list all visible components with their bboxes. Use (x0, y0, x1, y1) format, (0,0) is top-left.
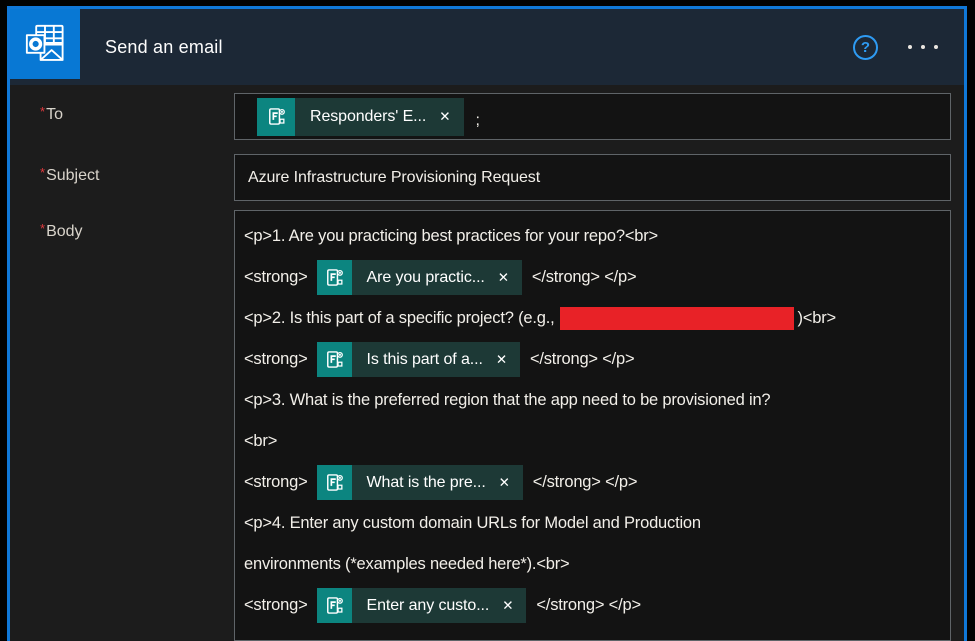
dynamic-content-token[interactable]: What is the pre... ✕ (317, 465, 523, 500)
subject-row: *Subject Azure Infrastructure Provisioni… (10, 154, 951, 201)
outlook-icon (10, 9, 80, 79)
required-marker: * (40, 221, 45, 236)
body-html-text: </strong> </p> (532, 268, 637, 287)
body-html-text: <p>2. Is this part of a specific project… (244, 309, 554, 328)
body-html-text: <p>4. Enter any custom domain URLs for M… (244, 514, 701, 533)
remove-token-icon[interactable]: ✕ (496, 352, 520, 368)
token-label: Is this part of a... (352, 351, 496, 369)
action-header[interactable]: Send an email ? (10, 9, 964, 85)
remove-token-icon[interactable]: ✕ (498, 270, 522, 286)
subject-value: Azure Infrastructure Provisioning Reques… (248, 169, 540, 187)
body-line: environments (*examples needed here*).<b… (244, 544, 942, 585)
body-html-text: <strong> (244, 268, 308, 287)
to-row: *To Responders' E... ✕ ; (10, 93, 951, 140)
body-label: *Body (10, 210, 234, 641)
body-html-text: <p>3. What is the preferred region that … (244, 391, 770, 410)
dynamic-content-token[interactable]: Are you practic... ✕ (317, 260, 522, 295)
body-html-text: )<br> (797, 309, 835, 328)
forms-icon (317, 465, 352, 500)
body-line: <strong> Enter any custo... ✕ </strong> … (244, 585, 942, 626)
help-icon[interactable]: ? (853, 35, 878, 60)
redacted-text (560, 307, 794, 330)
body-html-text: </strong> </p> (533, 473, 638, 492)
subject-label: *Subject (10, 154, 234, 201)
body-html-text: environments (*examples needed here*).<b… (244, 555, 569, 574)
recipient-separator: ; (476, 104, 480, 130)
body-line: <strong> Are you practic... ✕ </strong> … (244, 257, 942, 298)
forms-icon (317, 260, 352, 295)
body-html-text: <strong> (244, 596, 308, 615)
more-options-icon[interactable] (908, 39, 938, 55)
token-label: What is the pre... (352, 474, 499, 492)
body-html-text: <strong> (244, 350, 308, 369)
token-label: Responders' E... (295, 108, 439, 126)
body-editor[interactable]: <p>1. Are you practicing best practices … (234, 210, 951, 641)
body-html-text: <strong> (244, 473, 308, 492)
forms-icon (257, 98, 295, 136)
body-html-text: <br> (244, 432, 277, 451)
action-title: Send an email (105, 37, 223, 58)
forms-icon (317, 342, 352, 377)
required-marker: * (40, 104, 45, 119)
body-line: <p>4. Enter any custom domain URLs for M… (244, 503, 942, 544)
body-line: <p>1. Are you practicing best practices … (244, 216, 942, 257)
token-label: Are you practic... (352, 269, 498, 287)
body-line: <p>2. Is this part of a specific project… (244, 298, 942, 339)
to-input[interactable]: Responders' E... ✕ ; (234, 93, 951, 140)
send-email-action-card: Send an email ? *To Responders' E... ✕ (7, 6, 967, 641)
action-parameters: *To Responders' E... ✕ ; *Subject (10, 85, 964, 641)
to-label: *To (10, 93, 234, 140)
body-html-text: </strong> </p> (536, 596, 641, 615)
body-line: <p>3. What is the preferred region that … (244, 380, 942, 421)
remove-token-icon[interactable]: ✕ (499, 475, 523, 491)
subject-input[interactable]: Azure Infrastructure Provisioning Reques… (234, 154, 951, 201)
dynamic-content-token[interactable]: Is this part of a... ✕ (317, 342, 520, 377)
body-line: <strong> What is the pre... ✕ </strong> … (244, 462, 942, 503)
body-row: *Body <p>1. Are you practicing best prac… (10, 210, 951, 641)
forms-icon (317, 588, 352, 623)
body-line: <br> (244, 421, 942, 462)
body-html-text: <p>1. Are you practicing best practices … (244, 227, 658, 246)
dynamic-content-token[interactable]: Enter any custo... ✕ (317, 588, 527, 623)
required-marker: * (40, 165, 45, 180)
token-label: Enter any custo... (352, 597, 503, 615)
remove-token-icon[interactable]: ✕ (502, 598, 526, 614)
remove-token-icon[interactable]: ✕ (439, 109, 463, 125)
body-html-text: </strong> </p> (530, 350, 635, 369)
dynamic-content-token[interactable]: Responders' E... ✕ (257, 98, 464, 136)
body-line: <strong> Is this part of a... ✕ </strong… (244, 339, 942, 380)
